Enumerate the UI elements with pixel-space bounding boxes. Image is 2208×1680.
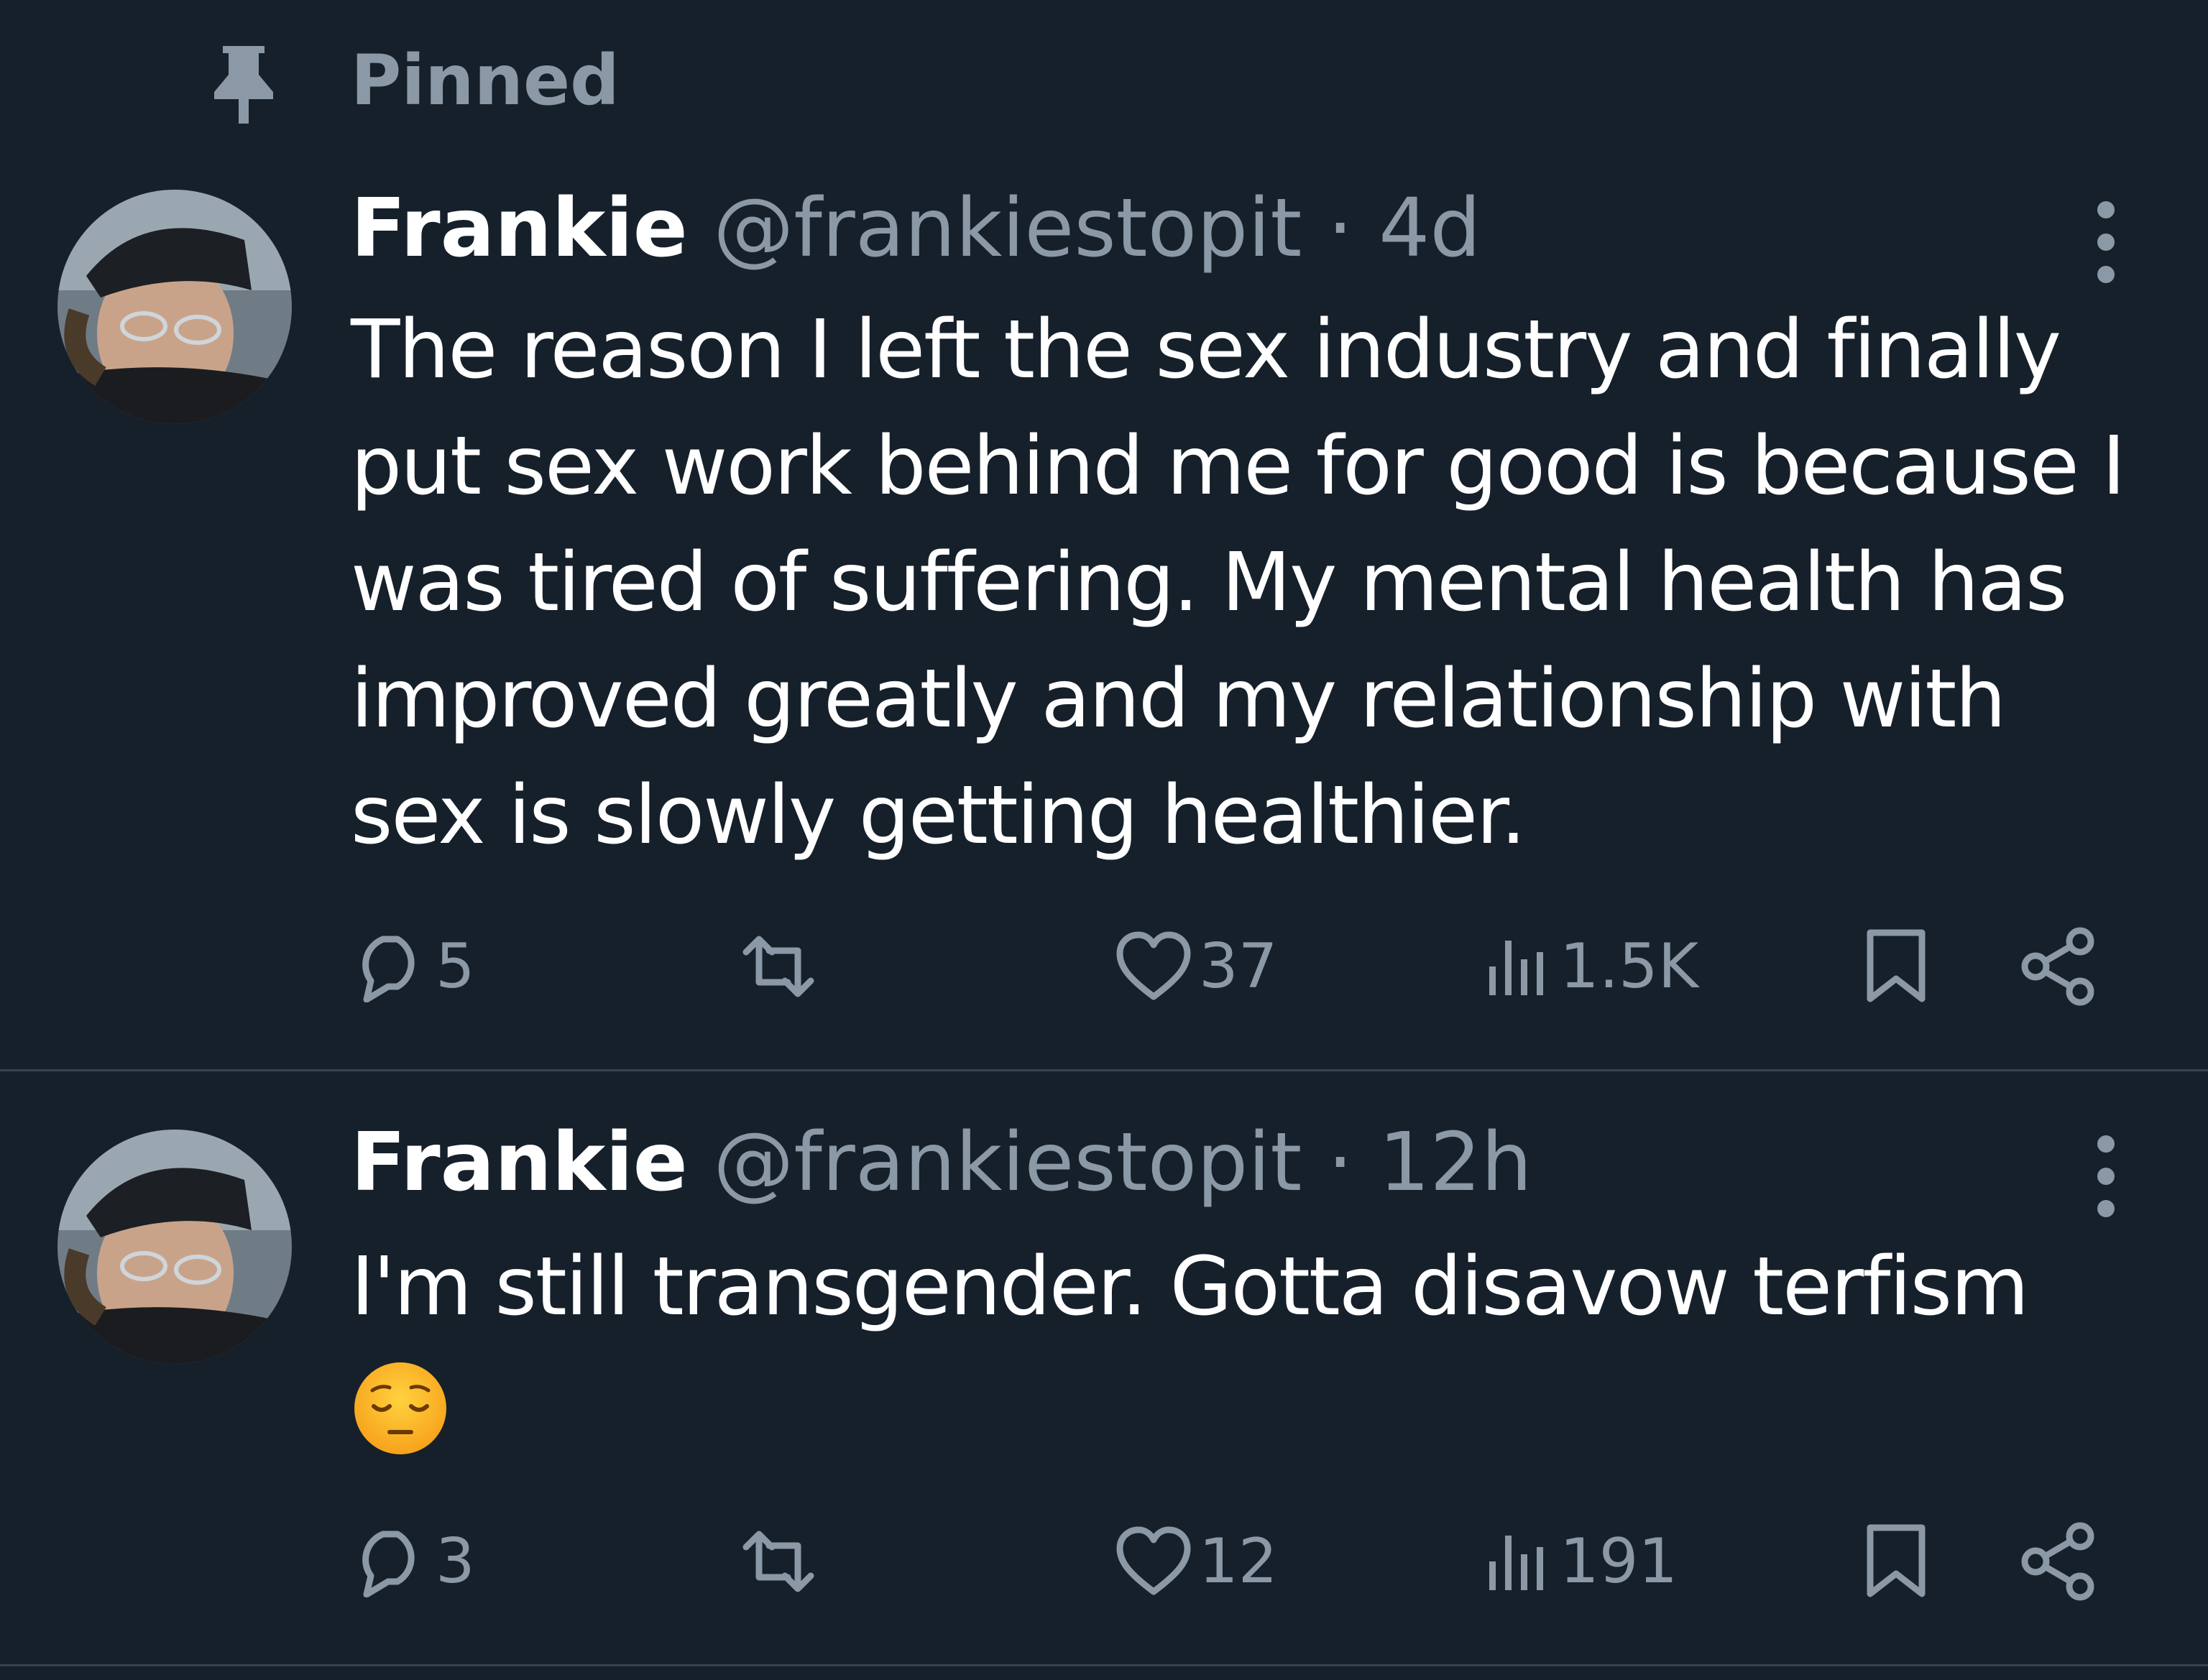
reply-button[interactable]: 3	[351, 1515, 475, 1608]
reply-button[interactable]: 5	[351, 920, 475, 1013]
display-name[interactable]: Frankie	[351, 1116, 688, 1209]
views-count: 191	[1560, 1526, 1678, 1597]
bookmark-icon	[1867, 929, 1926, 1002]
tweet-divider	[0, 1069, 2208, 1071]
handle[interactable]: @frankiestopit	[713, 1116, 1302, 1209]
reply-count: 3	[436, 1526, 475, 1597]
heart-icon	[1116, 931, 1191, 1000]
heart-icon	[1116, 1526, 1191, 1595]
reply-icon	[362, 1531, 415, 1597]
bookmark-icon	[1867, 1524, 1926, 1597]
more-options-icon[interactable]	[2084, 195, 2128, 289]
like-button[interactable]: 37	[1114, 920, 1277, 1013]
tweet-header: Frankie @frankiestopit · 12h	[351, 1112, 1532, 1213]
timestamp[interactable]: 12h	[1379, 1116, 1532, 1209]
share-icon	[2021, 927, 2094, 1006]
pin-icon	[207, 40, 280, 126]
more-options-icon[interactable]	[2084, 1130, 2128, 1223]
retweet-button[interactable]	[732, 920, 831, 1013]
like-button[interactable]: 12	[1114, 1515, 1277, 1608]
pensive-face-emoji	[351, 1359, 450, 1458]
share-button[interactable]	[2018, 920, 2097, 1013]
tweet-actions: 3 12 191	[351, 1515, 2148, 1608]
retweet-button[interactable]	[732, 1515, 831, 1608]
separator-dot: ·	[1327, 1116, 1353, 1209]
tweet-text: I'm still transgender. Gotta disavow ter…	[351, 1240, 2029, 1334]
bookmark-button[interactable]	[1860, 1515, 1932, 1608]
share-button[interactable]	[2018, 1515, 2097, 1608]
reply-icon	[362, 936, 415, 1002]
retweet-icon	[742, 1531, 814, 1592]
timestamp[interactable]: 4d	[1379, 182, 1481, 275]
bookmark-button[interactable]	[1860, 920, 1932, 1013]
pinned-label: Pinned	[351, 40, 620, 121]
views-button[interactable]: 1.5K	[1482, 920, 1698, 1013]
tweet-actions: 5 37 1.5K	[351, 920, 2148, 1013]
tweet-header: Frankie @frankiestopit · 4d	[351, 178, 1481, 279]
share-icon	[2021, 1522, 2094, 1601]
like-count: 37	[1199, 931, 1278, 1002]
tweet-divider	[0, 1664, 2208, 1666]
display-name[interactable]: Frankie	[351, 182, 688, 275]
separator-dot: ·	[1327, 182, 1353, 275]
reply-count: 5	[436, 931, 475, 1002]
like-count: 12	[1199, 1526, 1278, 1597]
tweet-text: The reason I left the sex industry and f…	[351, 303, 2125, 862]
avatar[interactable]	[58, 190, 292, 424]
tweet[interactable]: Frankie @frankiestopit · 4d The reason I…	[0, 165, 2208, 1069]
views-count: 1.5K	[1560, 931, 1699, 1002]
views-icon	[1489, 1536, 1543, 1590]
tweet-text-block: I'm still transgender. Gotta disavow ter…	[351, 1229, 2162, 1462]
views-button[interactable]: 191	[1482, 1515, 1678, 1608]
avatar[interactable]	[58, 1130, 292, 1364]
views-icon	[1489, 941, 1543, 995]
handle[interactable]: @frankiestopit	[713, 182, 1302, 275]
retweet-icon	[742, 936, 814, 997]
pinned-indicator: Pinned	[0, 0, 2208, 165]
